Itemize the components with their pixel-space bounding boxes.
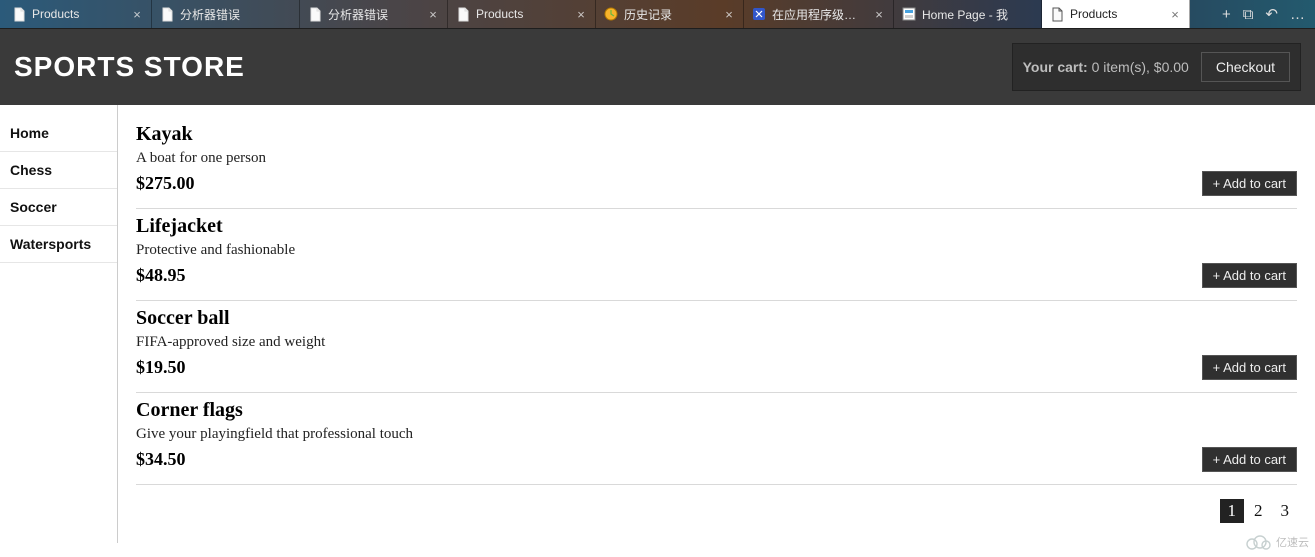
browser-tab[interactable]: Home Page - 我 <box>894 0 1042 28</box>
tab-title: 在应用程序级别之 <box>772 6 867 23</box>
tab-strip: Products×分析器错误分析器错误×Products×历史记录×在应用程序级… <box>0 0 1315 28</box>
product-price: $275.00 <box>136 173 1297 194</box>
undo-button[interactable]: ↶ <box>1265 5 1278 23</box>
product-price: $48.95 <box>136 265 1297 286</box>
product-list: KayakA boat for one person$275.00+ Add t… <box>136 117 1297 485</box>
product-description: Give your playingfield that professional… <box>136 426 1297 443</box>
tab-title: 分析器错误 <box>180 6 273 23</box>
browser-tab[interactable]: Products × <box>1042 0 1190 28</box>
browser-tab[interactable]: Products × <box>4 0 152 28</box>
category-sidebar: HomeChessSoccerWatersports <box>0 105 118 543</box>
close-icon[interactable]: × <box>873 8 885 21</box>
add-to-cart-button[interactable]: + Add to cart <box>1202 171 1297 196</box>
tab-title: Products <box>1070 7 1163 21</box>
cart-label: Your cart: <box>1023 59 1088 75</box>
add-to-cart-button[interactable]: + Add to cart <box>1202 355 1297 380</box>
product-item: Soccer ball FIFA-approved size and weight… <box>136 301 1297 393</box>
product-price: $19.50 <box>136 357 1297 378</box>
product-item: Lifejacket Protective and fashionable $48.… <box>136 209 1297 301</box>
tab-title: Products <box>32 7 125 21</box>
content-area: KayakA boat for one person$275.00+ Add t… <box>118 105 1315 543</box>
browser-tab[interactable]: 在应用程序级别之 × <box>744 0 894 28</box>
sidebar-item-watersports[interactable]: Watersports <box>0 226 117 263</box>
browser-tab[interactable]: 分析器错误 <box>152 0 300 28</box>
product-price: $34.50 <box>136 449 1297 470</box>
panel-toggle-button[interactable]: ⧉ <box>1243 6 1254 23</box>
main-layout: HomeChessSoccerWatersports Kayak A boat f… <box>0 105 1315 543</box>
tab-title: 分析器错误 <box>328 6 421 23</box>
page-icon <box>160 7 174 21</box>
product-item: Corner flags Give your playingfield that … <box>136 393 1297 485</box>
product-name: Kayak <box>136 123 1297 146</box>
page-icon <box>12 7 26 21</box>
more-button[interactable]: … <box>1290 6 1305 23</box>
close-icon[interactable]: × <box>575 8 587 21</box>
browser-tab[interactable]: 历史记录 × <box>596 0 744 28</box>
brand-title: SPORTS STORE <box>14 51 245 83</box>
product-description: FIFA-approved size and weight <box>136 334 1297 351</box>
product-name: Soccer ball <box>136 307 1297 330</box>
product-description: Protective and fashionable <box>136 242 1297 259</box>
add-to-cart-button[interactable]: + Add to cart <box>1202 263 1297 288</box>
close-icon[interactable]: × <box>1169 8 1181 21</box>
new-tab-button[interactable]: + <box>1222 6 1231 23</box>
sidebar-item-home[interactable]: Home <box>0 115 117 152</box>
pager-link[interactable]: 1 <box>1220 499 1245 523</box>
pager-link[interactable]: 2 <box>1246 499 1271 523</box>
browser-tab[interactable]: 分析器错误 × <box>300 0 448 28</box>
close-icon[interactable]: × <box>427 8 439 21</box>
clock-icon <box>604 7 618 21</box>
cart-summary: Your cart: 0 item(s), $0.00 Checkout <box>1012 43 1301 91</box>
sidebar-item-soccer[interactable]: Soccer <box>0 189 117 226</box>
pager: 123 <box>136 485 1297 523</box>
tab-title: Products <box>476 7 569 21</box>
product-name: Lifejacket <box>136 215 1297 238</box>
product-name: Corner flags <box>136 399 1297 422</box>
sidebar-item-chess[interactable]: Chess <box>0 152 117 189</box>
cart-value: 0 item(s), $0.00 <box>1092 59 1189 75</box>
app-icon <box>752 7 766 21</box>
checkout-button[interactable]: Checkout <box>1201 52 1290 82</box>
product-description: A boat for one person <box>136 150 1297 167</box>
site-header: SPORTS STORE Your cart: 0 item(s), $0.00… <box>0 28 1315 105</box>
close-icon[interactable]: × <box>131 8 143 21</box>
watermark: 亿速云 <box>1244 533 1309 551</box>
page-icon <box>456 7 470 21</box>
page-icon <box>308 7 322 21</box>
tab-title: Home Page - 我 <box>922 6 1015 23</box>
tabstrip-tools: + ⧉ ↶ … <box>1216 0 1315 28</box>
tab-title: 历史记录 <box>624 6 717 23</box>
pager-link[interactable]: 3 <box>1273 499 1298 523</box>
home-icon <box>902 7 916 21</box>
add-to-cart-button[interactable]: + Add to cart <box>1202 447 1297 472</box>
browser-tab[interactable]: Products × <box>448 0 596 28</box>
page-icon <box>1050 7 1064 21</box>
close-icon[interactable]: × <box>723 8 735 21</box>
product-item: Kayak A boat for one person $275.00+ Add t… <box>136 117 1297 209</box>
